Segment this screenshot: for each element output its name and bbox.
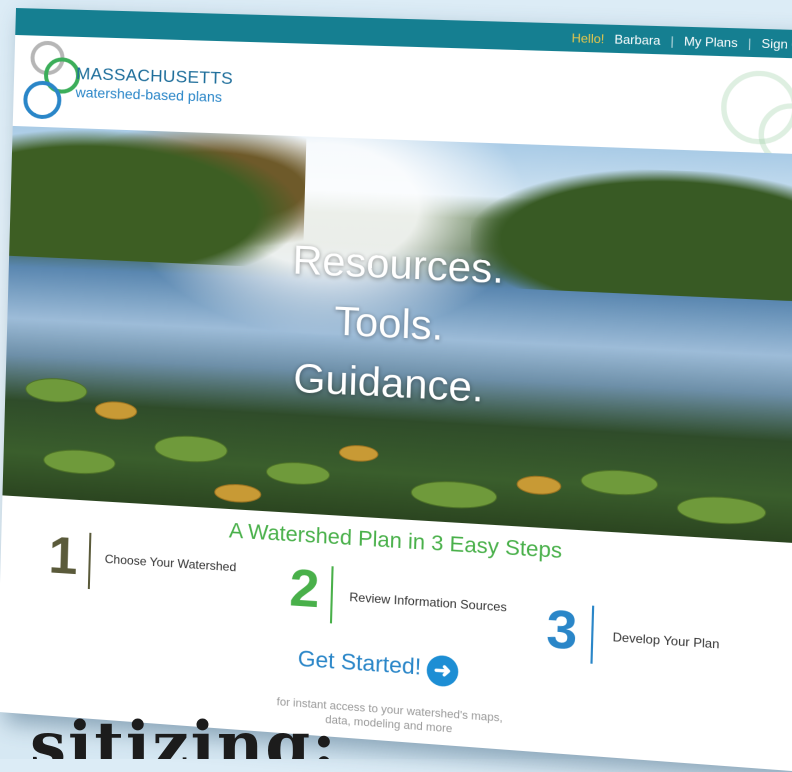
step-2-link[interactable]: Review Information Sources (349, 590, 507, 615)
lily-pad (42, 447, 116, 476)
lily-pad (265, 460, 331, 487)
lily-pad (410, 478, 498, 511)
hero-line-1: Resources. (291, 237, 505, 293)
lily-pad (154, 433, 229, 465)
step-2-number: 2 (288, 558, 321, 620)
lily-pad (338, 444, 379, 463)
step-3-link[interactable]: Develop Your Plan (612, 630, 719, 652)
step-1-number: 1 (47, 526, 79, 587)
divider: | (670, 33, 675, 49)
site-logo[interactable]: MASSACHUSETTS watershed-based plans (22, 40, 247, 128)
overlay-caption: sitizing: (30, 708, 338, 759)
hero-line-2: Tools. (333, 298, 445, 350)
step-divider (87, 532, 92, 590)
logo-subtitle: watershed-based plans (75, 83, 223, 106)
step-3-number: 3 (545, 599, 579, 662)
lily-pad (516, 474, 562, 496)
tree-line (9, 125, 307, 269)
greeting: Hello! (571, 30, 605, 47)
tree-line (469, 163, 792, 303)
step-divider (329, 566, 334, 624)
sign-out-link[interactable]: Sign Out (761, 36, 792, 52)
user-name: Barbara (614, 32, 661, 48)
get-started-link[interactable]: Get Started! (297, 646, 422, 681)
lily-pad (94, 400, 138, 421)
website-screenshot: Hello! Barbara | My Plans | Sign Out MAS… (0, 8, 792, 772)
lily-pad (580, 467, 659, 498)
arrow-right-circle-icon[interactable]: ➜ (426, 654, 459, 688)
hero-line-3: Guidance. (292, 356, 485, 411)
lily-pad (25, 376, 88, 404)
logo-ring-icon (22, 80, 62, 120)
my-plans-link[interactable]: My Plans (684, 34, 738, 50)
step-1-link[interactable]: Choose Your Watershed (105, 552, 237, 575)
account-links: Hello! Barbara | My Plans | Sign Out (565, 31, 792, 53)
divider: | (747, 35, 752, 51)
hero-banner: Resources. Tools. Guidance. (2, 125, 792, 544)
step-divider (590, 605, 595, 664)
lily-pad (676, 494, 767, 527)
lily-pad (213, 482, 262, 504)
